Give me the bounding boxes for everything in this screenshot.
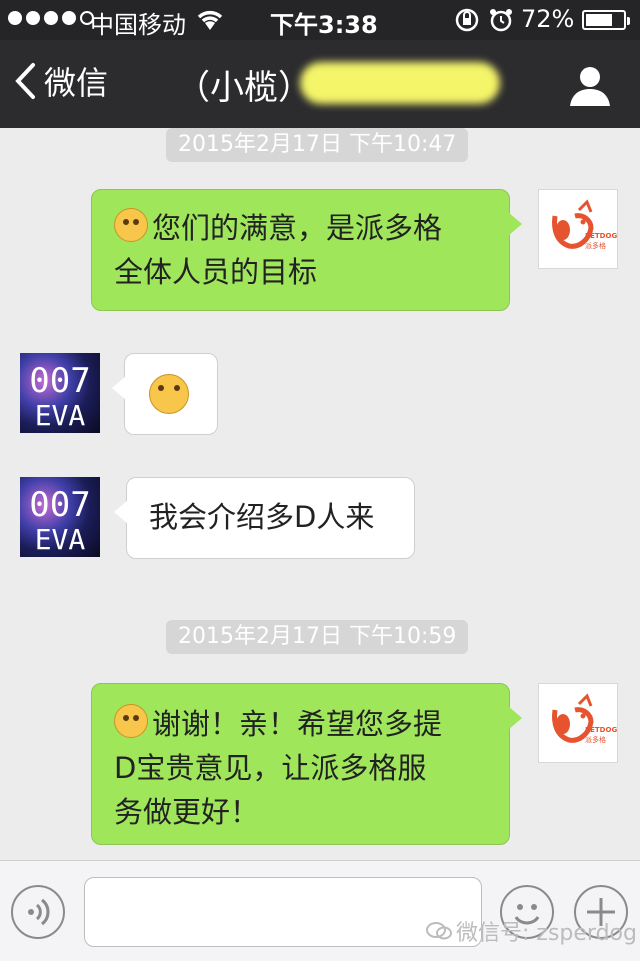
chevron-left-icon (15, 63, 35, 99)
back-button[interactable]: 微信 (14, 58, 108, 104)
message-line: 全体人员的目标 (114, 255, 318, 289)
petdog-avatar[interactable]: PETDOG 派多格 (538, 189, 618, 269)
eva-avatar-text: 007 (29, 485, 91, 525)
message-timestamp: 2015年2月17日 下午10:59 (166, 620, 469, 654)
wifi-icon (197, 10, 223, 30)
grin-face-icon (149, 374, 189, 414)
person-icon[interactable] (568, 64, 612, 108)
message-input[interactable] (84, 877, 482, 947)
received-message-bubble[interactable]: 我会介绍多D人来 (114, 477, 415, 559)
petdog-brand: PETDOG (585, 232, 618, 240)
petdog-avatar[interactable]: PETDOG 派多格 (538, 683, 618, 763)
eva-avatar[interactable]: 007 EVA (20, 353, 100, 433)
kiss-face-icon (114, 208, 148, 242)
sent-message-bubble[interactable]: 谢谢！亲！希望您多提 D宝贵意见，让派多格服 务做更好！ (91, 683, 522, 845)
watermark: 微信号: zsperdog (426, 915, 637, 947)
petdog-brand: PETDOG (585, 726, 618, 734)
status-bar: 中国移动 下午3:38 72% (0, 0, 640, 40)
eva-avatar-text: EVA (34, 399, 86, 432)
battery-icon (582, 10, 630, 30)
sent-message-bubble[interactable]: 您们的满意，是派多格 全体人员的目标 (91, 189, 522, 311)
watermark-text: 微信号: zsperdog (456, 921, 637, 946)
battery-percent: 72% (521, 5, 575, 33)
message-line: 务做更好！ (114, 795, 260, 829)
message-line: D宝贵意见，让派多格服 (114, 751, 427, 785)
petdog-sub: 派多格 (585, 736, 606, 744)
eva-avatar-text: 007 (29, 361, 91, 401)
carrier-name: 中国移动 (90, 11, 186, 39)
message-list[interactable]: 2015年2月17日 下午10:47 PETDOG 派多格 您们的满意，是派多格… (0, 128, 640, 860)
rotation-lock-icon (455, 8, 479, 32)
smile-face-icon (114, 704, 148, 738)
message-line: 您们的满意，是派多格 (114, 206, 487, 250)
eva-avatar[interactable]: 007 EVA (20, 477, 100, 557)
wechat-logo-icon (426, 922, 452, 940)
chat-header: 微信 （小榄） (0, 40, 640, 128)
chat-title: （小榄） (176, 68, 312, 108)
voice-icon (28, 898, 50, 926)
message-line: 谢谢！亲！希望您多提 (114, 702, 487, 746)
received-message-bubble[interactable] (112, 353, 218, 435)
voice-button[interactable] (11, 885, 65, 939)
signal-dots-icon (8, 11, 94, 25)
redacted-name-highlight (300, 62, 500, 104)
clock-time: 下午3:38 (270, 11, 378, 39)
petdog-logo-icon (552, 693, 594, 743)
back-label: 微信 (44, 64, 109, 102)
alarm-icon (490, 9, 512, 32)
message-line: 我会介绍多D人来 (149, 500, 375, 534)
petdog-logo-icon (552, 199, 594, 249)
message-timestamp: 2015年2月17日 下午10:47 (166, 128, 469, 162)
petdog-sub: 派多格 (585, 242, 606, 250)
eva-avatar-text: EVA (34, 523, 86, 556)
